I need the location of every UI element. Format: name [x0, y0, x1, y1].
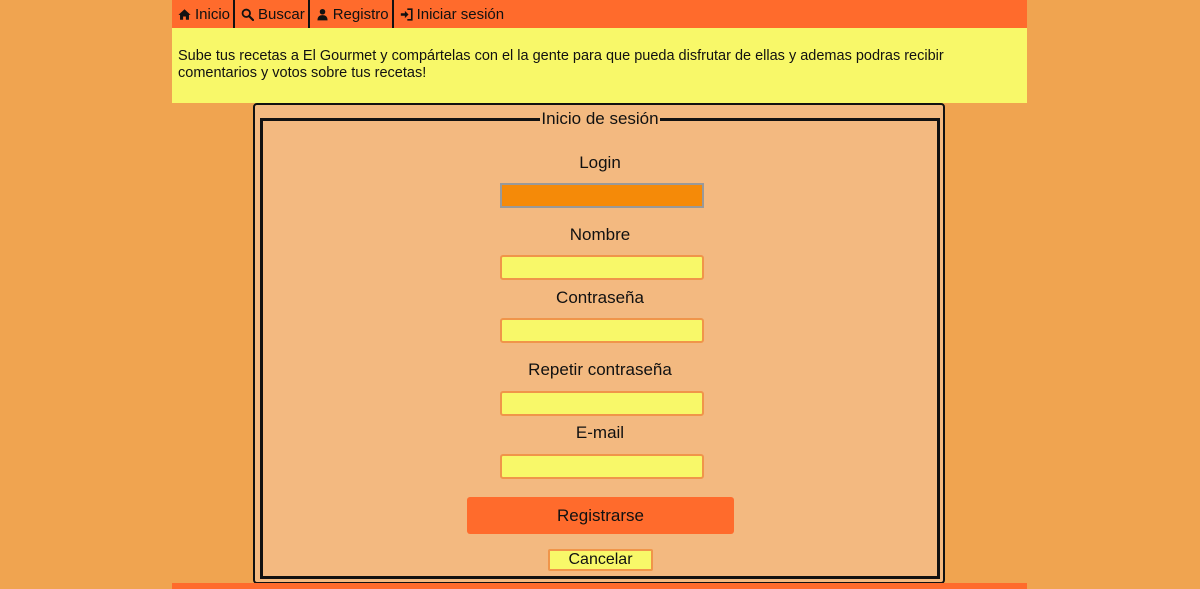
- email-input[interactable]: [500, 454, 704, 479]
- nav-item-label: Buscar: [258, 5, 305, 23]
- nav-item-iniciar-sesion[interactable]: Iniciar sesión: [394, 0, 508, 28]
- form-legend: Inicio de sesión: [541, 109, 659, 128]
- nav-item-inicio[interactable]: Inicio: [172, 0, 236, 28]
- nombre-input[interactable]: [500, 255, 704, 280]
- nav-item-label: Registro: [332, 5, 389, 23]
- page: Inicio Buscar Registro Iniciar sesión Su…: [172, 0, 1027, 589]
- login-panel: Inicio de sesión Login Nombre Contraseña…: [253, 103, 945, 584]
- top-nav: Inicio Buscar Registro Iniciar sesión: [172, 0, 1027, 28]
- repetir-contrasena-label: Repetir contraseña: [528, 360, 672, 379]
- home-icon: [178, 8, 191, 21]
- search-icon: [241, 8, 255, 21]
- login-input[interactable]: [500, 183, 704, 208]
- nav-item-label: Inicio: [195, 5, 231, 23]
- footer-strip: [172, 583, 1027, 589]
- nav-item-buscar[interactable]: Buscar: [235, 0, 310, 28]
- password-input[interactable]: [500, 318, 704, 343]
- user-icon: [316, 8, 329, 21]
- intro-banner: Sube tus recetas a El Gourmet y compárte…: [172, 28, 1027, 103]
- registration-fieldset: Inicio de sesión Login Nombre Contraseña…: [260, 109, 940, 579]
- cancel-button[interactable]: Cancelar: [548, 549, 653, 571]
- nav-item-label: Iniciar sesión: [416, 5, 505, 23]
- repeat-password-input[interactable]: [500, 391, 704, 416]
- register-button[interactable]: Registrarse: [467, 497, 734, 534]
- email-label: E-mail: [575, 423, 625, 442]
- intro-text: Sube tus recetas a El Gourmet y compárte…: [178, 48, 944, 81]
- sign-in-icon: [400, 7, 413, 21]
- nombre-label: Nombre: [569, 225, 631, 244]
- contrasena-label: Contraseña: [556, 288, 644, 307]
- nav-item-registro[interactable]: Registro: [310, 0, 394, 28]
- login-label: Login: [579, 153, 621, 172]
